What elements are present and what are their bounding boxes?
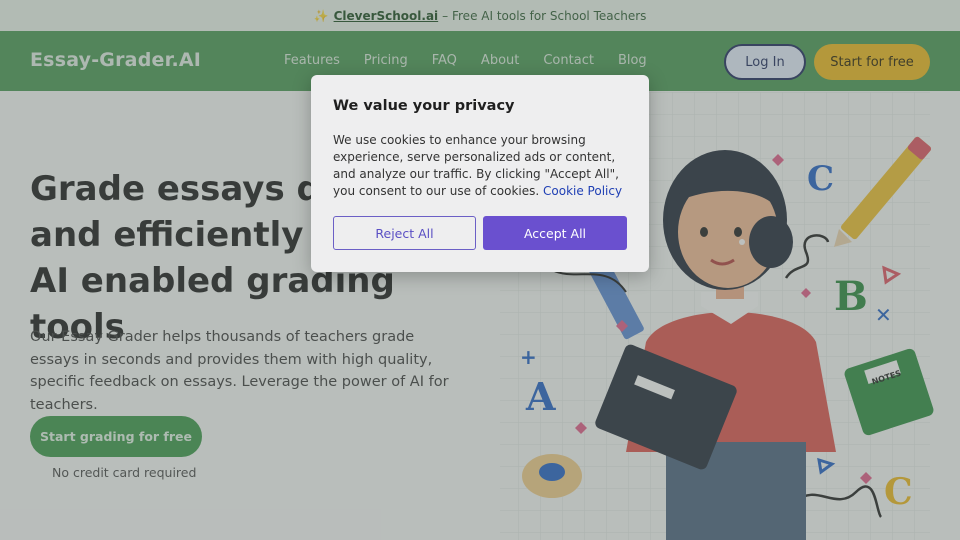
- cookie-consent-dialog: We value your privacy We use cookies to …: [311, 75, 649, 272]
- reject-all-button[interactable]: Reject All: [333, 216, 476, 250]
- cookie-dialog-title: We value your privacy: [333, 98, 515, 114]
- accept-all-button[interactable]: Accept All: [483, 216, 627, 250]
- cookie-policy-link[interactable]: Cookie Policy: [543, 184, 622, 198]
- cookie-dialog-body: We use cookies to enhance your browsing …: [333, 132, 629, 200]
